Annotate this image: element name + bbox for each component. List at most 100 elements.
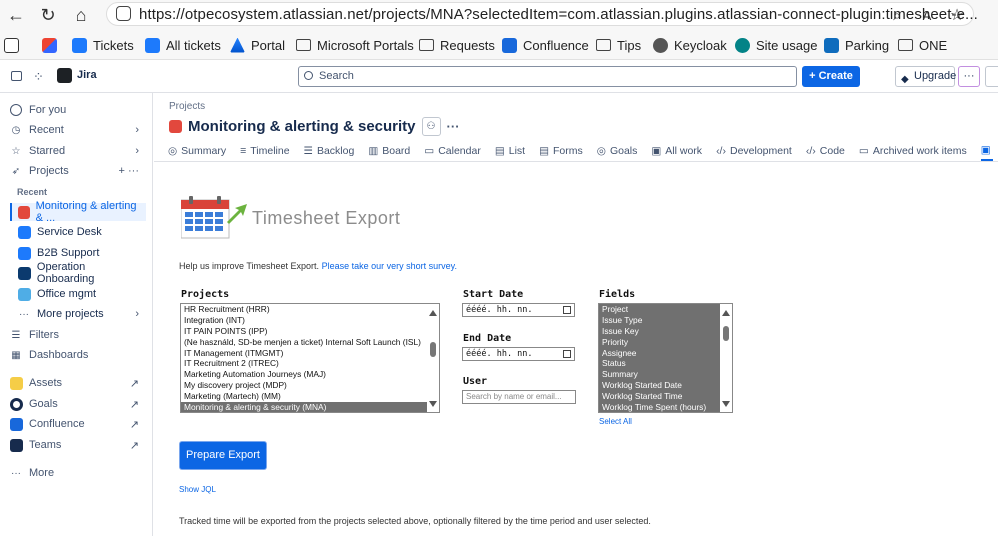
sidebar-item-recent[interactable]: ◷ Recent › bbox=[10, 121, 145, 139]
tab-calendar[interactable]: ▭ Calendar bbox=[424, 141, 481, 161]
sidebar-project-service-desk[interactable]: Service Desk bbox=[10, 223, 145, 241]
address-bar[interactable]: https://otpecosystem.atlassian.net/proje… bbox=[106, 2, 978, 26]
scroll-down-icon[interactable] bbox=[429, 401, 437, 407]
field-option[interactable]: Priority bbox=[599, 336, 732, 348]
bookmark-confluence[interactable]: Confluence bbox=[502, 36, 589, 54]
sidebar-more-projects[interactable]: ··· More projects › bbox=[10, 305, 145, 323]
sidebar-app-confluence[interactable]: Confluence ↗ bbox=[10, 415, 145, 433]
back-icon[interactable]: ← bbox=[5, 4, 27, 26]
home-icon[interactable]: ⌂ bbox=[70, 4, 92, 26]
sidebar-project-b2b-support[interactable]: B2B Support bbox=[10, 244, 145, 262]
bookmark-office[interactable] bbox=[42, 36, 57, 54]
sidebar-project-operation-onboarding[interactable]: Operation Onboarding bbox=[10, 261, 145, 285]
sidebar-item-filters[interactable]: ☰ Filters bbox=[10, 326, 145, 344]
bookmark-microsoft-portals[interactable]: Microsoft Portals bbox=[296, 36, 414, 54]
sidebar-item-more[interactable]: ··· More bbox=[10, 464, 145, 482]
project-option[interactable]: My discovery project (MDP) bbox=[181, 380, 439, 391]
help-button[interactable] bbox=[985, 66, 998, 87]
bookmark-portal[interactable]: Portal bbox=[230, 36, 285, 54]
bookmark-tips[interactable]: Tips bbox=[596, 36, 641, 54]
sidebar-item-projects[interactable]: ➶ Projects + ··· bbox=[10, 162, 145, 180]
fields-listbox[interactable]: Project Issue Type Issue Key Priority Assign… bbox=[598, 303, 733, 413]
sidebar-app-goals[interactable]: Goals ↗ bbox=[10, 395, 145, 413]
field-option[interactable]: Worklog Time Spent (hours) bbox=[599, 402, 732, 412]
project-option[interactable]: IT PAIN POINTS (IPP) bbox=[181, 326, 439, 337]
field-option[interactable]: Issue Key bbox=[599, 325, 732, 337]
bookmark-tickets[interactable]: Tickets bbox=[72, 36, 134, 54]
calendar-icon[interactable] bbox=[563, 350, 571, 358]
project-option[interactable]: HR Recruitment (HRR) bbox=[181, 304, 439, 315]
field-option[interactable]: Summary bbox=[599, 369, 732, 381]
scroll-up-icon[interactable] bbox=[722, 310, 730, 316]
tab-backlog[interactable]: ☰ Backlog bbox=[304, 141, 355, 161]
field-option[interactable]: Worklog Started Time bbox=[599, 391, 732, 403]
select-all-link[interactable]: Select All bbox=[599, 417, 632, 426]
scroll-thumb[interactable] bbox=[430, 342, 436, 357]
tab-timeline[interactable]: ≡ Timeline bbox=[240, 141, 289, 161]
field-option[interactable]: Status bbox=[599, 358, 732, 370]
search-input[interactable]: Search bbox=[298, 66, 797, 87]
calendar-icon[interactable] bbox=[563, 306, 571, 314]
app-name[interactable]: Jira bbox=[77, 69, 97, 81]
sidebar-item-dashboards[interactable]: ▦ Dashboards bbox=[10, 346, 145, 364]
sidebar-project-office-mgmt[interactable]: Office mgmt bbox=[10, 285, 145, 303]
field-option[interactable]: Project bbox=[599, 304, 732, 315]
bookmark-collection[interactable] bbox=[4, 36, 19, 54]
tab-archived-work-items[interactable]: ▭ Archived work items bbox=[859, 141, 967, 161]
site-info-icon[interactable] bbox=[116, 6, 131, 21]
zoom-icon[interactable]: ⌕ bbox=[886, 4, 908, 26]
tab-all-work[interactable]: ▣ All work bbox=[651, 141, 702, 161]
scroll-down-icon[interactable] bbox=[722, 401, 730, 407]
tab-timesheet-active[interactable]: ▣ bbox=[980, 141, 993, 161]
end-date-input[interactable]: éééé. hh. nn. bbox=[462, 347, 575, 361]
tab-goals[interactable]: ◎ Goals bbox=[597, 141, 638, 161]
project-option[interactable]: IT Management (ITMGMT) bbox=[181, 348, 439, 359]
projects-scrollbar[interactable] bbox=[427, 304, 439, 412]
project-option[interactable]: (Ne használd, SD-be menjen a ticket) Int… bbox=[181, 337, 439, 348]
project-option[interactable]: IT Recruitment 2 (ITREC) bbox=[181, 358, 439, 369]
projects-listbox[interactable]: HR Recruitment (HRR) Integration (INT) IT … bbox=[180, 303, 440, 413]
read-aloud-icon[interactable]: A bbox=[916, 4, 938, 26]
show-jql-link[interactable]: Show JQL bbox=[179, 485, 216, 494]
bookmark-site-usage[interactable]: Site usage bbox=[735, 36, 817, 54]
bookmark-all-tickets[interactable]: All tickets bbox=[145, 36, 221, 54]
field-option[interactable]: Assignee bbox=[599, 347, 732, 359]
tab-board[interactable]: ▥ Board bbox=[368, 141, 410, 161]
tab-code[interactable]: ‹/› Code bbox=[806, 141, 845, 161]
upgrade-button[interactable]: ◆ Upgrade bbox=[895, 66, 956, 87]
project-option[interactable]: Integration (INT) bbox=[181, 315, 439, 326]
scroll-up-icon[interactable] bbox=[429, 310, 437, 316]
bookmark-one[interactable]: ONE bbox=[898, 36, 947, 54]
project-option[interactable]: Marketing (Martech) (MM) bbox=[181, 391, 439, 402]
project-option[interactable]: Monitoring & alerting & security (MNA) bbox=[181, 402, 439, 412]
tab-list[interactable]: ▤ List bbox=[495, 141, 525, 161]
sidebar-item-for-you[interactable]: For you bbox=[10, 101, 145, 119]
sidebar-toggle-icon[interactable] bbox=[11, 71, 22, 81]
prepare-export-button[interactable]: Prepare Export bbox=[180, 442, 266, 469]
app-switcher-icon[interactable]: ⁘ bbox=[33, 69, 44, 85]
refresh-icon[interactable]: ↻ bbox=[37, 4, 59, 26]
sidebar-app-assets[interactable]: Assets ↗ bbox=[10, 374, 145, 392]
scroll-thumb[interactable] bbox=[723, 326, 729, 341]
bookmark-keycloak[interactable]: Keycloak bbox=[653, 36, 727, 54]
sidebar-app-teams[interactable]: Teams ↗ bbox=[10, 436, 145, 454]
more-actions-button[interactable]: ··· bbox=[958, 66, 980, 87]
sidebar-project-monitoring[interactable]: Monitoring & alerting & ... bbox=[10, 200, 146, 224]
tab-forms[interactable]: ▤ Forms bbox=[539, 141, 583, 161]
start-date-input[interactable]: éééé. hh. nn. bbox=[462, 303, 575, 317]
field-option[interactable]: Worklog Started Date bbox=[599, 380, 732, 392]
tab-summary[interactable]: ◎ Summary bbox=[168, 141, 226, 161]
sidebar-item-starred[interactable]: ☆ Starred › bbox=[10, 142, 145, 160]
fields-scrollbar[interactable] bbox=[720, 304, 732, 412]
user-search-input[interactable]: Search by name or email... bbox=[462, 390, 576, 404]
favorite-star-icon[interactable]: ☆ bbox=[946, 4, 968, 26]
field-option[interactable]: Issue Type bbox=[599, 314, 732, 326]
tab-development[interactable]: ‹/› Development bbox=[716, 141, 792, 161]
project-option[interactable]: Marketing Automation Journeys (MAJ) bbox=[181, 369, 439, 380]
projects-actions[interactable]: + ··· bbox=[119, 165, 139, 177]
team-icon[interactable]: ⚇ bbox=[421, 117, 441, 136]
breadcrumb[interactable]: Projects bbox=[169, 101, 205, 112]
bookmark-requests[interactable]: Requests bbox=[419, 36, 495, 54]
survey-link[interactable]: Please take our very short survey. bbox=[322, 261, 457, 271]
create-button[interactable]: + Create bbox=[802, 66, 860, 87]
